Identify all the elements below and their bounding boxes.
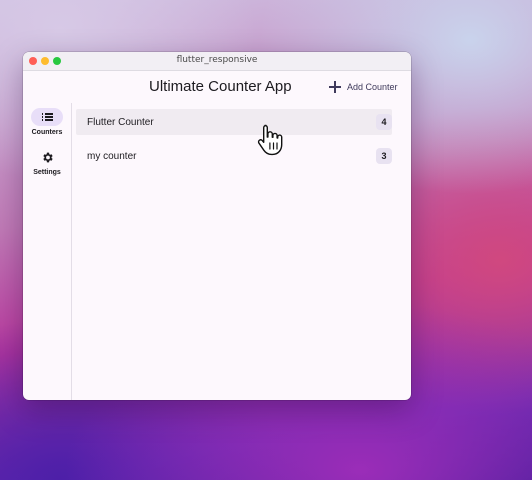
gear-icon	[42, 152, 53, 162]
rail-icon-container	[31, 148, 63, 166]
counter-name: Flutter Counter	[87, 116, 154, 128]
app-window: flutter_responsive Ultimate Counter App …	[23, 52, 411, 400]
window-title: flutter_responsive	[176, 55, 258, 65]
list-icon	[41, 113, 53, 121]
counter-list: Flutter Counter 4 my counter 3	[72, 103, 411, 400]
add-counter-button[interactable]: Add Counter	[329, 78, 398, 96]
rail-selected-indicator	[31, 108, 63, 126]
rail-item-counters[interactable]: Counters	[23, 108, 71, 136]
list-item[interactable]: Flutter Counter 4	[76, 109, 392, 135]
count-badge: 3	[376, 148, 392, 164]
list-item[interactable]: my counter 3	[76, 143, 392, 169]
rail-item-settings[interactable]: Settings	[23, 148, 71, 176]
rail-item-label: Settings	[33, 169, 61, 176]
app-bar: Ultimate Counter App Add Counter	[23, 71, 411, 103]
hand-cursor-icon	[257, 124, 283, 156]
add-counter-label: Add Counter	[347, 82, 398, 92]
plus-icon	[329, 81, 341, 93]
page-title: Ultimate Counter App	[149, 78, 292, 95]
count-badge: 4	[376, 114, 392, 130]
navigation-rail: Counters Settings	[23, 103, 72, 400]
counter-name: my counter	[87, 150, 137, 162]
title-bar[interactable]: flutter_responsive	[23, 52, 411, 71]
rail-item-label: Counters	[31, 129, 63, 136]
